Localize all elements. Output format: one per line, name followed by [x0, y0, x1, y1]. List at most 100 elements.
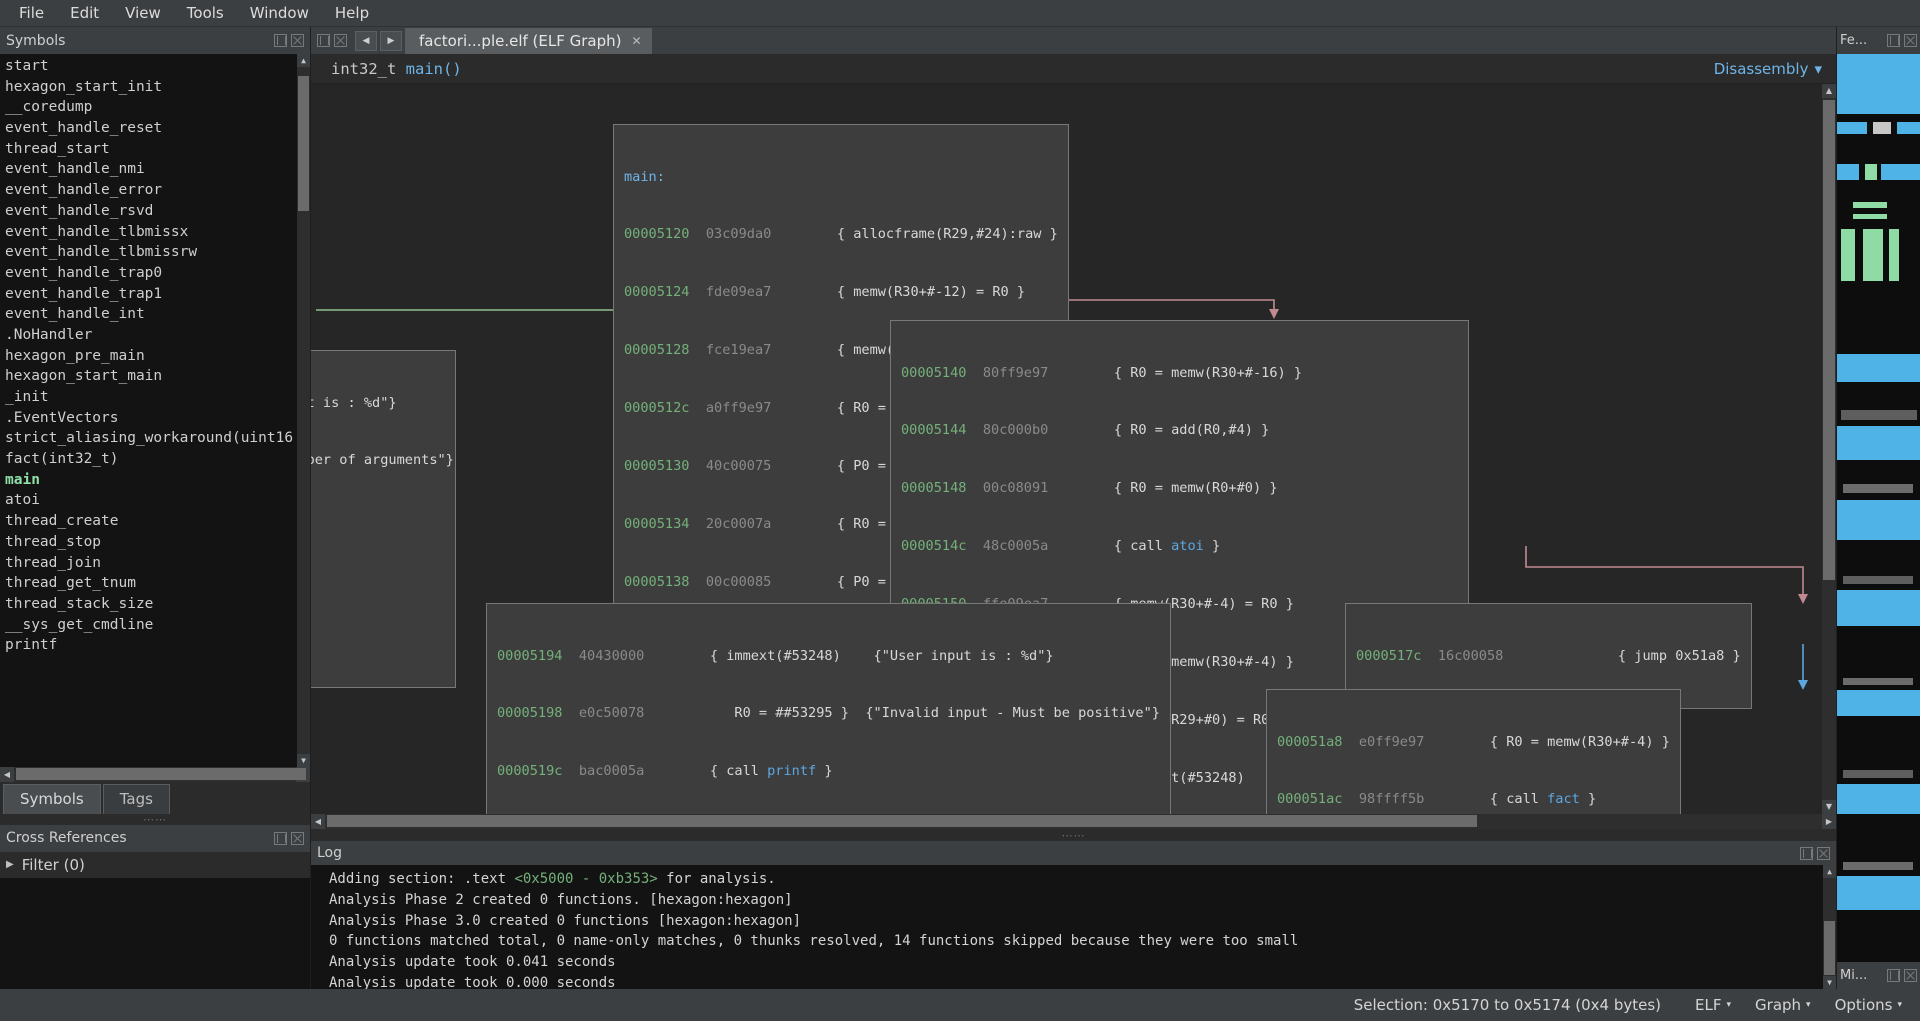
- graph-view[interactable]: nput is : %d"} number of arguments"} mai…: [311, 84, 1836, 814]
- list-item[interactable]: event_handle_tlbmissrw: [2, 242, 310, 263]
- symbols-horizontal-scrollbar[interactable]: ◀ ▶: [0, 766, 310, 782]
- float-icon[interactable]: [317, 34, 330, 47]
- close-icon[interactable]: [291, 34, 304, 47]
- scrollbar-track[interactable]: [14, 767, 306, 782]
- close-icon[interactable]: ✕: [632, 34, 642, 48]
- call-target-atoi[interactable]: atoi: [1171, 538, 1204, 554]
- list-item[interactable]: event_handle_error: [2, 180, 310, 201]
- list-item[interactable]: event_handle_trap0: [2, 263, 310, 284]
- symbols-list[interactable]: start hexagon_start_init __coredump even…: [0, 54, 310, 767]
- scrollbar-thumb[interactable]: [1824, 921, 1835, 975]
- tab-symbols[interactable]: Symbols: [3, 783, 101, 814]
- list-item[interactable]: .EventVectors: [2, 408, 310, 429]
- list-item[interactable]: .NoHandler: [2, 325, 310, 346]
- list-item[interactable]: atoi: [2, 490, 310, 511]
- menu-item-file[interactable]: File: [6, 1, 57, 25]
- list-item[interactable]: event_handle_rsvd: [2, 201, 310, 222]
- instruction-row[interactable]: 00005194 40430000 { immext(#53248) {"Use…: [487, 647, 1170, 666]
- log-output[interactable]: Adding section: .text <0x5000 - 0xb353> …: [311, 865, 1836, 989]
- scrollbar-track[interactable]: [325, 814, 1822, 829]
- scroll-left-icon[interactable]: ◀: [311, 814, 325, 829]
- instruction-row[interactable]: number of arguments"}: [311, 451, 455, 470]
- instruction-row-call-fact[interactable]: 000051ac 98ffff5b { call fact }: [1267, 790, 1680, 809]
- symbols-vertical-scrollbar[interactable]: ▲ ▼: [297, 54, 310, 767]
- list-item[interactable]: event_handle_reset: [2, 118, 310, 139]
- graph-block-call-fact[interactable]: 000051a8 e0ff9e97 { R0 = memw(R30+#-4) }…: [1266, 689, 1681, 814]
- list-item[interactable]: hexagon_pre_main: [2, 346, 310, 367]
- list-item[interactable]: __sys_get_cmdline: [2, 615, 310, 636]
- close-icon[interactable]: [1817, 846, 1830, 860]
- chevron-down-icon[interactable]: ▾: [1806, 1000, 1811, 1010]
- status-view-mode[interactable]: Graph ▾: [1755, 996, 1811, 1014]
- scroll-up-icon[interactable]: ▲: [297, 54, 310, 67]
- list-item[interactable]: thread_stop: [2, 532, 310, 553]
- float-icon[interactable]: [274, 831, 287, 845]
- list-item[interactable]: hexagon_start_init: [2, 77, 310, 98]
- instruction-row[interactable]: [311, 625, 455, 644]
- list-item-selected[interactable]: main: [2, 470, 310, 491]
- tab-tags[interactable]: Tags: [102, 783, 170, 814]
- scrollbar-thumb[interactable]: [1823, 100, 1835, 580]
- chevron-down-icon[interactable]: ▾: [1727, 1000, 1732, 1010]
- instruction-row[interactable]: nput is : %d"}: [311, 394, 455, 413]
- close-icon[interactable]: [1904, 969, 1917, 982]
- scroll-up-icon[interactable]: ▲: [1823, 865, 1836, 878]
- list-item[interactable]: thread_stack_size: [2, 594, 310, 615]
- scroll-down-icon[interactable]: ▼: [297, 753, 310, 767]
- graph-block-invalid-input[interactable]: 00005194 40430000 { immext(#53248) {"Use…: [486, 603, 1171, 814]
- close-icon[interactable]: [1904, 34, 1917, 47]
- float-icon[interactable]: [274, 34, 287, 47]
- chevron-right-icon[interactable]: ▶: [6, 859, 14, 870]
- instruction-row-call-atoi[interactable]: 0000514c 48c0005a { call atoi }: [891, 537, 1468, 556]
- instruction-row[interactable]: [311, 509, 455, 528]
- float-icon[interactable]: [1800, 846, 1813, 860]
- instruction-row[interactable]: 00005124 fde09ea7 { memw(R30+#-12) = R0 …: [614, 283, 1068, 302]
- call-target-printf[interactable]: printf: [767, 763, 816, 779]
- graph-canvas[interactable]: nput is : %d"} number of arguments"} mai…: [311, 84, 1836, 814]
- instruction-row-call-printf[interactable]: 0000519c bac0005a { call printf }: [487, 762, 1170, 781]
- scroll-down-icon[interactable]: ▼: [1823, 976, 1836, 989]
- nav-forward-button[interactable]: ▶: [380, 30, 402, 51]
- status-file-format[interactable]: ELF ▾: [1695, 996, 1731, 1014]
- menu-item-help[interactable]: Help: [322, 1, 382, 25]
- chevron-down-icon[interactable]: ▾: [1814, 60, 1822, 78]
- document-tab[interactable]: factori...ple.elf (ELF Graph) ✕: [405, 28, 652, 54]
- scrollbar-thumb[interactable]: [298, 76, 309, 211]
- close-icon[interactable]: [291, 831, 304, 845]
- instruction-row[interactable]: 00005198 e0c50078 R0 = ##53295 } {"Inval…: [487, 704, 1170, 723]
- list-item[interactable]: thread_get_tnum: [2, 573, 310, 594]
- scroll-down-icon[interactable]: ▼: [1822, 800, 1836, 814]
- instruction-row[interactable]: 00005148 00c08091 { R0 = memw(R0+#0) }: [891, 479, 1468, 498]
- instruction-row[interactable]: 000051a8 e0ff9e97 { R0 = memw(R30+#-4) }: [1267, 733, 1680, 752]
- nav-back-button[interactable]: ◀: [355, 30, 377, 51]
- list-item[interactable]: strict_aliasing_workaround(uint16: [2, 428, 310, 449]
- scroll-up-icon[interactable]: ▲: [1822, 84, 1836, 98]
- log-splitter[interactable]: ⋯⋯: [311, 829, 1836, 842]
- list-item[interactable]: start: [2, 56, 310, 77]
- instruction-row[interactable]: 0000517c 16c00058 { jump 0x51a8 }: [1346, 647, 1751, 666]
- menu-item-edit[interactable]: Edit: [57, 1, 112, 25]
- close-icon[interactable]: [334, 34, 347, 47]
- list-item[interactable]: thread_start: [2, 139, 310, 160]
- menu-item-view[interactable]: View: [112, 1, 174, 25]
- list-item[interactable]: __coredump: [2, 97, 310, 118]
- float-icon[interactable]: [1887, 34, 1900, 47]
- call-target-fact[interactable]: fact: [1547, 791, 1580, 807]
- status-options[interactable]: Options ▾: [1835, 996, 1902, 1014]
- list-item[interactable]: event_handle_nmi: [2, 159, 310, 180]
- menu-item-window[interactable]: Window: [237, 1, 322, 25]
- log-vertical-scrollbar[interactable]: ▲ ▼: [1823, 865, 1836, 989]
- list-item[interactable]: thread_create: [2, 511, 310, 532]
- scrollbar-thumb[interactable]: [327, 815, 1477, 827]
- instruction-row[interactable]: 00005140 80ff9e97 { R0 = memw(R30+#-16) …: [891, 364, 1468, 383]
- instruction-row[interactable]: 00005144 80c000b0 { R0 = add(R0,#4) }: [891, 421, 1468, 440]
- list-item[interactable]: event_handle_tlbmissx: [2, 222, 310, 243]
- scroll-right-icon[interactable]: ▶: [1822, 814, 1836, 829]
- chevron-down-icon[interactable]: ▾: [1897, 1000, 1902, 1010]
- list-item[interactable]: _init: [2, 387, 310, 408]
- scrollbar-thumb[interactable]: [16, 767, 306, 780]
- list-item[interactable]: event_handle_trap1: [2, 284, 310, 305]
- feature-map[interactable]: [1837, 54, 1920, 962]
- list-item[interactable]: printf: [2, 635, 310, 656]
- xref-results-area[interactable]: [0, 877, 310, 989]
